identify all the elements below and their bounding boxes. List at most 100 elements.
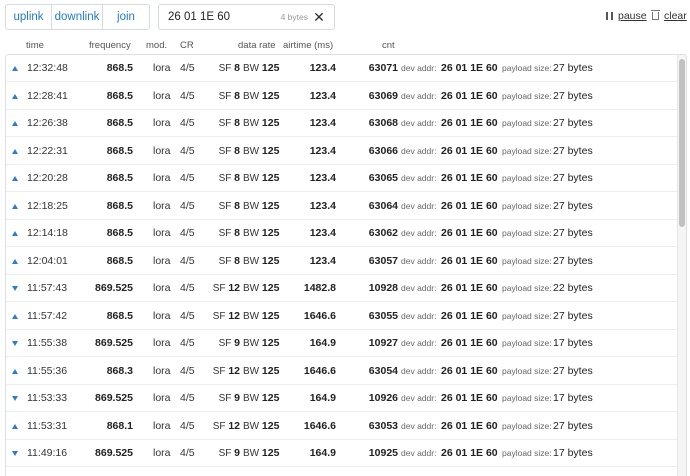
row-airtime: 123.4 <box>309 117 336 129</box>
bw-value: 125 <box>261 337 280 349</box>
bw-label: BW <box>243 255 260 267</box>
row-bandwidth: BW 125 <box>243 200 279 212</box>
column-header-modulation: mod. <box>146 40 168 51</box>
bw-value: 125 <box>261 144 280 157</box>
row-bandwidth: BW 125 <box>243 447 279 459</box>
row-airtime: 1646.6 <box>303 419 336 432</box>
row-counter: 63069 <box>368 89 398 102</box>
row-frequency: 868.5 <box>106 199 133 212</box>
column-header-counter: cnt <box>382 40 395 51</box>
bw-label: BW <box>243 338 260 349</box>
sf-label: SF <box>218 255 232 267</box>
row-time: 11:57:43 <box>27 282 68 294</box>
table-row[interactable]: 11:53:33 869.525 lora 4/5 SF 9 BW 125 16… <box>6 385 686 412</box>
sf-value: 8 <box>234 199 240 212</box>
sf-value: 12 <box>228 364 240 377</box>
row-frequency: 868.1 <box>106 419 133 432</box>
row-modulation: lora <box>153 447 171 459</box>
row-frequency: 869.525 <box>95 337 133 349</box>
table-row[interactable]: 11:55:36 868.3 lora 4/5 SF 12 BW 125 164… <box>6 358 686 385</box>
row-spreading-factor: SF 8 <box>206 90 240 102</box>
row-time: 12:18:25 <box>27 199 68 212</box>
row-bandwidth: BW 125 <box>243 392 279 404</box>
close-icon[interactable]: ✕ <box>312 9 326 25</box>
row-bandwidth: BW 125 <box>243 117 279 129</box>
payload-size-label: payload size: <box>502 228 552 238</box>
row-airtime: 164.9 <box>309 392 336 404</box>
row-counter: 63057 <box>368 254 398 267</box>
sf-value: 9 <box>234 392 240 404</box>
row-coding-rate: 4/5 <box>180 309 195 322</box>
row-spreading-factor: SF 8 <box>206 145 240 157</box>
row-airtime: 123.4 <box>309 199 336 212</box>
sf-value: 12 <box>228 309 240 322</box>
table-row[interactable]: 11:57:42 868.5 lora 4/5 SF 12 BW 125 164… <box>6 303 686 330</box>
row-frequency: 868.5 <box>106 227 133 239</box>
row-dev-addr: 26 01 1E 60 <box>441 254 498 267</box>
row-bandwidth: BW 125 <box>243 365 279 377</box>
row-frequency: 868.5 <box>106 172 133 184</box>
row-dev-addr: 26 01 1E 60 <box>441 447 498 459</box>
table-row[interactable]: 12:28:41 868.5 lora 4/5 SF 8 BW 125 123.… <box>6 83 686 110</box>
dev-addr-filter-input[interactable]: 26 01 1E 60 4 bytes ✕ <box>158 4 335 30</box>
clear-button[interactable]: clear <box>651 10 687 22</box>
row-dev-addr: 26 01 1E 60 <box>441 89 498 102</box>
table-row[interactable]: 12:22:31 868.5 lora 4/5 SF 8 BW 125 123.… <box>6 138 686 165</box>
row-payload-size: 27 bytes <box>553 419 593 432</box>
pause-icon <box>606 12 613 20</box>
row-airtime: 123.4 <box>309 227 336 239</box>
table-row[interactable]: 12:20:28 868.5 lora 4/5 SF 8 BW 125 123.… <box>6 165 686 192</box>
bw-label: BW <box>243 283 260 294</box>
row-bandwidth: BW 125 <box>243 227 279 239</box>
row-dev-addr: 26 01 1E 60 <box>441 392 498 404</box>
table-row[interactable]: 11:53:31 868.1 lora 4/5 SF 12 BW 125 164… <box>6 413 686 440</box>
row-counter: 10927 <box>368 337 398 349</box>
row-modulation: lora <box>153 282 171 294</box>
sf-value: 12 <box>228 419 240 432</box>
row-coding-rate: 4/5 <box>180 447 195 459</box>
row-spreading-factor: SF 12 <box>206 310 240 322</box>
row-frequency: 869.525 <box>95 447 133 459</box>
table-row[interactable]: 11:49:16 869.525 lora 4/5 SF 9 BW 125 16… <box>6 440 686 467</box>
row-coding-rate: 4/5 <box>180 172 195 184</box>
downlink-filter-button[interactable]: downlink <box>52 5 103 29</box>
bw-value: 125 <box>261 447 280 459</box>
table-row[interactable]: 12:18:25 868.5 lora 4/5 SF 8 BW 125 123.… <box>6 193 686 220</box>
scrollbar-thumb[interactable] <box>679 59 685 227</box>
row-modulation: lora <box>153 364 171 377</box>
search-value[interactable]: 26 01 1E 60 <box>168 11 278 23</box>
row-coding-rate: 4/5 <box>180 392 195 404</box>
payload-size-label: payload size: <box>502 145 552 156</box>
table-row[interactable]: 11:55:38 869.525 lora 4/5 SF 9 BW 125 16… <box>6 330 686 357</box>
payload-size-label: payload size: <box>502 90 552 101</box>
table-row[interactable]: 12:14:18 868.5 lora 4/5 SF 8 BW 125 123.… <box>6 220 686 247</box>
row-bandwidth: BW 125 <box>243 145 279 157</box>
row-dev-addr: 26 01 1E 60 <box>441 199 498 212</box>
table-row[interactable]: 12:26:38 868.5 lora 4/5 SF 8 BW 125 123.… <box>6 110 686 137</box>
row-modulation: lora <box>153 419 171 432</box>
table-row[interactable]: 11:57:43 869.525 lora 4/5 SF 12 BW 125 1… <box>6 275 686 302</box>
sf-value: 8 <box>234 172 240 184</box>
direction-icon <box>12 341 18 346</box>
join-filter-button[interactable]: join <box>103 5 149 29</box>
table-row[interactable]: 12:04:01 868.5 lora 4/5 SF 8 BW 125 123.… <box>6 248 686 275</box>
row-frequency: 868.5 <box>106 144 133 157</box>
bw-label: BW <box>243 228 260 239</box>
row-dev-addr: 26 01 1E 60 <box>441 227 498 239</box>
direction-icon <box>12 93 18 99</box>
sf-value: 12 <box>228 282 240 294</box>
row-frequency: 869.525 <box>95 282 133 294</box>
row-spreading-factor: SF 8 <box>206 172 240 184</box>
dev-addr-label: dev addr: <box>401 393 437 403</box>
direction-icon <box>12 368 18 374</box>
uplink-filter-button[interactable]: uplink <box>6 5 52 29</box>
pause-button[interactable]: pause <box>606 10 647 22</box>
dev-addr-label: dev addr: <box>401 255 437 266</box>
payload-size-label: payload size: <box>502 310 552 321</box>
sf-label: SF <box>218 63 232 74</box>
direction-icon <box>12 231 18 236</box>
row-payload-size: 22 bytes <box>553 282 593 294</box>
sf-label: SF <box>212 283 226 294</box>
table-row[interactable]: 12:32:48 868.5 lora 4/5 SF 8 BW 125 123.… <box>6 55 686 82</box>
scrollbar[interactable] <box>677 55 686 476</box>
